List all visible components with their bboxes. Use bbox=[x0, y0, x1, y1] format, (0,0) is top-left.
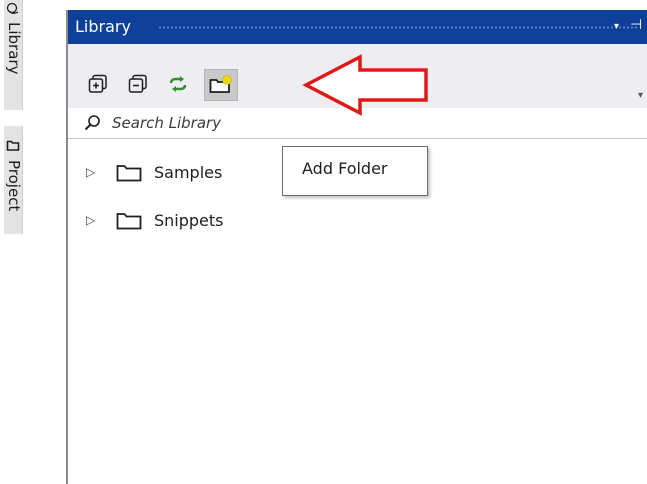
pin-icon[interactable]: ⊣ bbox=[630, 17, 642, 33]
side-tab-project[interactable]: Project bbox=[4, 126, 23, 234]
panel-dropdown-button[interactable]: ▾ bbox=[614, 21, 619, 32]
expand-arrow-icon[interactable]: ▷ bbox=[86, 213, 95, 227]
tooltip: Add Folder bbox=[282, 146, 428, 196]
tree-item-snippets[interactable]: ▷ Snippets bbox=[68, 208, 368, 234]
refresh-button[interactable] bbox=[164, 70, 192, 98]
refresh-icon bbox=[169, 76, 187, 92]
annotation-arrow-icon bbox=[302, 54, 428, 116]
tooltip-text: Add Folder bbox=[302, 159, 388, 178]
side-tab-library[interactable]: Library bbox=[4, 0, 23, 110]
collapse-all-button[interactable] bbox=[124, 70, 152, 98]
expand-all-button[interactable] bbox=[84, 70, 112, 98]
folder-icon bbox=[116, 165, 142, 182]
panel-title-bar: Library ▾ ⊣ bbox=[68, 10, 647, 44]
tree-item-label: Samples bbox=[154, 163, 223, 182]
expand-all-icon bbox=[88, 74, 107, 93]
tree-item-label: Snippets bbox=[154, 211, 224, 230]
side-tab-project-label: Project bbox=[5, 160, 23, 212]
side-tab-library-label: Library bbox=[5, 22, 23, 75]
add-folder-button[interactable] bbox=[204, 69, 238, 101]
expand-arrow-icon[interactable]: ▷ bbox=[86, 165, 95, 179]
panel-title: Library bbox=[75, 17, 131, 36]
library-icon bbox=[6, 2, 19, 14]
project-icon bbox=[6, 140, 20, 151]
toolbar-overflow-button[interactable]: ▾ bbox=[638, 90, 643, 101]
side-tab-strip: Library Project bbox=[0, 0, 23, 484]
folder-icon bbox=[116, 213, 142, 230]
title-grip bbox=[158, 26, 638, 29]
collapse-all-icon bbox=[128, 74, 147, 93]
add-folder-icon bbox=[209, 75, 232, 93]
